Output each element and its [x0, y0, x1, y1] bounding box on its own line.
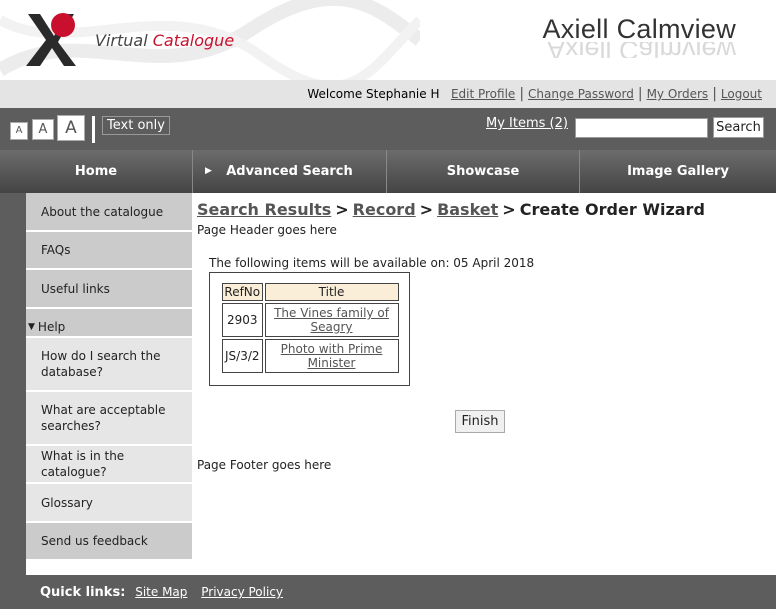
- sidebar: About the catalogue FAQs Useful links ▼ …: [26, 193, 192, 561]
- separator: |: [712, 86, 717, 102]
- sidebar-item-whats-in-catalogue[interactable]: What is in the catalogue?: [26, 446, 192, 484]
- table-row: 2903 The Vines family of Seagry: [222, 303, 399, 337]
- sidebar-item-faqs[interactable]: FAQs: [26, 232, 192, 270]
- refno-cell: 2903: [222, 303, 263, 337]
- title-cell: Photo with Prime Minister: [264, 339, 399, 373]
- text-only-button[interactable]: Text only: [102, 116, 170, 135]
- refno-cell: JS/3/2: [222, 339, 263, 373]
- sidebar-item-label: What are acceptable searches?: [41, 403, 166, 433]
- sidebar-item-useful-links[interactable]: Useful links: [26, 270, 192, 309]
- brand-reflection: Axiell Calmview: [546, 42, 736, 58]
- breadcrumb-separator: >: [335, 200, 349, 219]
- logout-link[interactable]: Logout: [721, 87, 762, 101]
- breadcrumb-search-results[interactable]: Search Results: [197, 200, 331, 219]
- logo-word-virtual: Virtual: [95, 31, 148, 50]
- availability-text: The following items will be available on…: [209, 256, 535, 270]
- sidebar-item-glossary[interactable]: Glossary: [26, 484, 192, 523]
- site-map-link[interactable]: Site Map: [135, 585, 187, 599]
- column-header-title: Title: [264, 283, 399, 301]
- finish-button[interactable]: Finish: [455, 410, 505, 433]
- main-nav: Home ▶ Advanced Search Showcase Image Ga…: [0, 150, 776, 193]
- sidebar-item-label: FAQs: [41, 243, 71, 257]
- main-content: Search Results > Record > Basket > Create Orde…: [197, 200, 767, 472]
- item-title-link[interactable]: Photo with Prime Minister: [281, 342, 383, 370]
- sidebar-item-feedback[interactable]: Send us feedback: [26, 523, 192, 561]
- sidebar-item-acceptable-searches[interactable]: What are acceptable searches?: [26, 392, 192, 446]
- triangle-down-icon: ▼: [28, 321, 35, 332]
- sidebar-item-about[interactable]: About the catalogue: [26, 193, 192, 232]
- breadcrumb-separator: >: [419, 200, 434, 219]
- sidebar-item-label: Glossary: [41, 495, 93, 510]
- search-button[interactable]: Search: [713, 117, 764, 138]
- my-orders-link[interactable]: My Orders: [647, 87, 709, 101]
- privacy-policy-link[interactable]: Privacy Policy: [201, 585, 283, 599]
- search-input[interactable]: [575, 118, 708, 138]
- nav-advanced-search-label: Advanced Search: [226, 164, 353, 179]
- left-rail: [0, 193, 26, 575]
- logo-text[interactable]: Virtual Catalogue: [95, 31, 234, 50]
- order-items-box: RefNo Title 2903 The Vines family of Sea…: [209, 272, 410, 386]
- sidebar-item-label: Send us feedback: [41, 534, 148, 548]
- triangle-right-icon: ▶: [205, 166, 212, 176]
- my-items-link[interactable]: My Items (2): [486, 116, 568, 131]
- breadcrumb: Search Results > Record > Basket > Create Orde…: [197, 200, 767, 219]
- item-title-link[interactable]: The Vines family of Seagry: [274, 306, 389, 334]
- order-items-table: RefNo Title 2903 The Vines family of Sea…: [220, 281, 401, 375]
- edit-profile-link[interactable]: Edit Profile: [451, 87, 515, 101]
- font-size-small-button[interactable]: A: [10, 122, 28, 140]
- nav-image-gallery[interactable]: Image Gallery: [580, 150, 776, 193]
- sidebar-item-label: Useful links: [41, 281, 110, 296]
- page-title: Create Order Wizard: [519, 200, 705, 219]
- table-header-row: RefNo Title: [222, 283, 399, 301]
- change-password-link[interactable]: Change Password: [528, 87, 634, 101]
- quick-links-label: Quick links:: [40, 585, 126, 600]
- font-size-medium-button[interactable]: A: [32, 119, 54, 140]
- table-row: JS/3/2 Photo with Prime Minister: [222, 339, 399, 373]
- breadcrumb-basket[interactable]: Basket: [437, 200, 498, 219]
- sidebar-item-label: What is in the catalogue?: [41, 449, 125, 479]
- title-cell: The Vines family of Seagry: [264, 303, 399, 337]
- nav-image-gallery-label: Image Gallery: [627, 164, 729, 179]
- brand-name: Axiell Calmview: [542, 14, 736, 44]
- sidebar-item-label: Help: [37, 319, 66, 334]
- logo-icon[interactable]: [20, 10, 80, 68]
- separator: |: [637, 86, 643, 102]
- font-size-large-button[interactable]: A: [57, 115, 85, 141]
- breadcrumb-separator: >: [502, 200, 516, 219]
- nav-advanced-search[interactable]: ▶ Advanced Search: [193, 150, 387, 193]
- toolbar-divider: [92, 116, 95, 143]
- logo-word-catalogue: Catalogue: [152, 31, 235, 50]
- welcome-text: Welcome Stephanie H: [307, 87, 440, 101]
- nav-showcase[interactable]: Showcase: [387, 150, 580, 193]
- page-footer-text: Page Footer goes here: [197, 458, 332, 472]
- nav-home[interactable]: Home: [0, 150, 193, 193]
- nav-showcase-label: Showcase: [446, 164, 520, 179]
- sidebar-item-help[interactable]: ▼ Help: [26, 309, 192, 338]
- sidebar-item-label: About the catalogue: [41, 204, 164, 219]
- sidebar-item-how-to-search[interactable]: How do I search the database?: [26, 338, 192, 392]
- breadcrumb-record[interactable]: Record: [353, 200, 416, 219]
- user-bar: Welcome Stephanie H Edit Profile | Change …: [0, 80, 776, 108]
- column-header-refno: RefNo: [222, 283, 263, 301]
- separator: |: [519, 86, 525, 102]
- site-header: Virtual Catalogue Axiell Calmview Axiell…: [0, 0, 776, 80]
- page-header-text: Page Header goes here: [197, 223, 337, 237]
- site-footer: Quick links: Site Map Privacy Policy: [0, 575, 776, 609]
- sidebar-item-label: How do I search the database?: [41, 349, 161, 379]
- toolbar: A A A Text only My Items (2) Search: [0, 108, 776, 150]
- nav-home-label: Home: [74, 164, 118, 179]
